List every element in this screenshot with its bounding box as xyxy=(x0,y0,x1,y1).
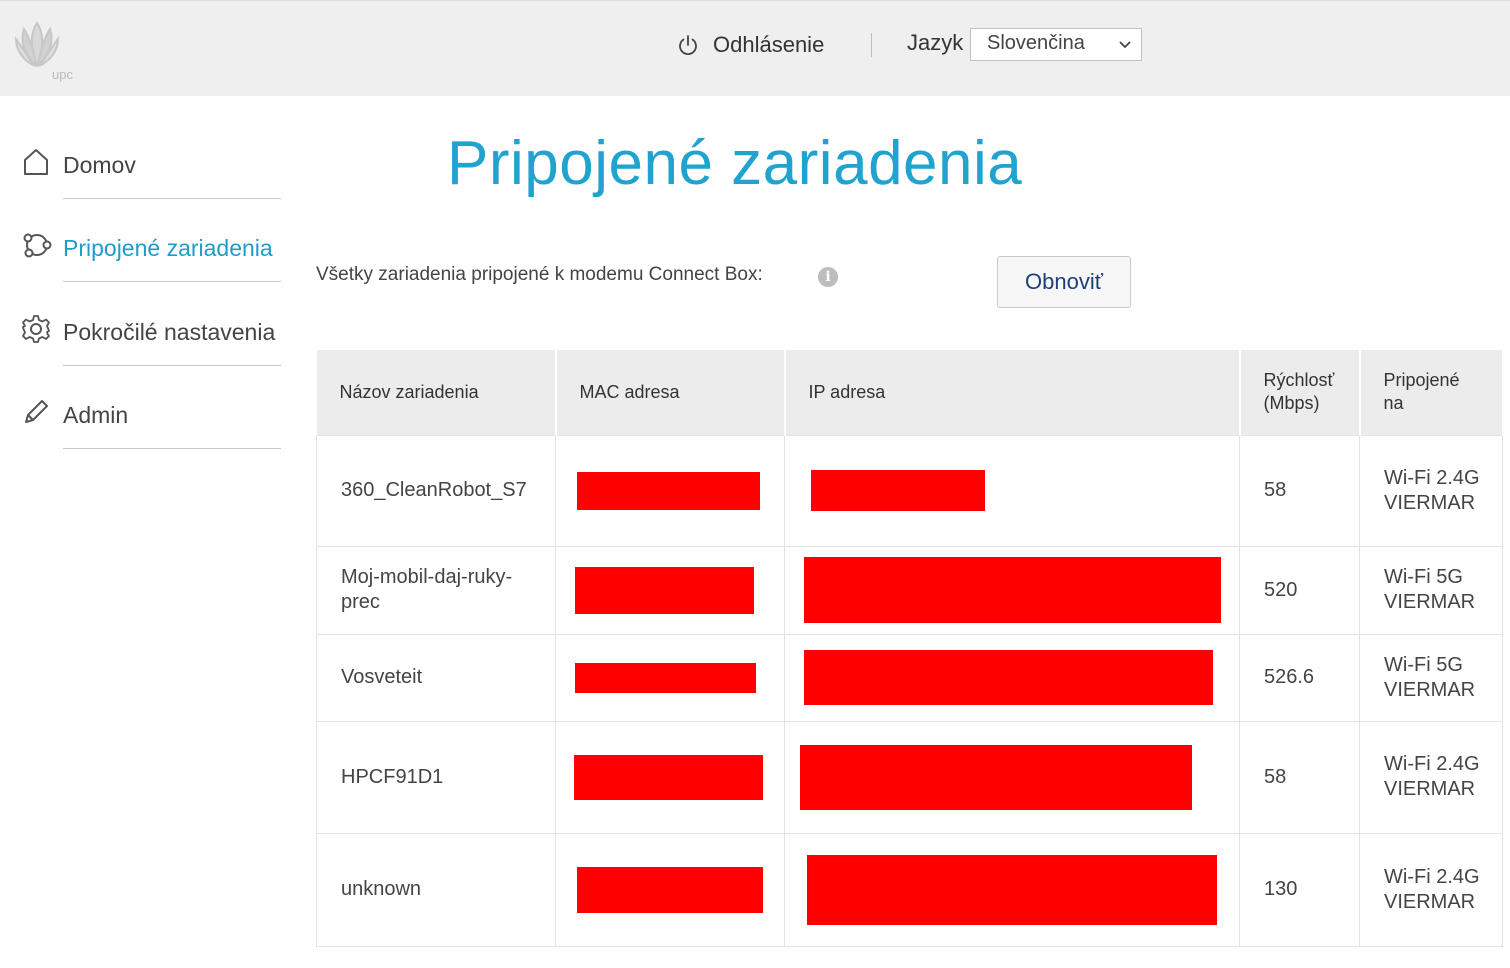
table-row: unknown 130 Wi-Fi 2.4G VIERMAR xyxy=(316,832,1503,947)
connected-devices-icon xyxy=(23,233,52,258)
mac-address-redacted xyxy=(555,434,785,547)
device-name: Moj-mobil-daj-ruky-prec xyxy=(316,545,556,635)
refresh-button[interactable]: Obnoviť xyxy=(997,256,1131,308)
mac-address-redacted xyxy=(555,720,785,834)
language-selected-value: Slovenčina xyxy=(987,32,1085,54)
device-speed: 58 xyxy=(1239,720,1360,834)
ip-address-redacted xyxy=(784,832,1240,947)
device-name: HPCF91D1 xyxy=(316,720,556,834)
device-speed: 130 xyxy=(1239,832,1360,947)
table-row: 360_CleanRobot_S7 58 Wi-Fi 2.4G VIERMAR xyxy=(316,434,1503,547)
sidebar-item-label: Domov xyxy=(63,152,136,178)
power-icon xyxy=(679,35,697,56)
table-row: HPCF91D1 58 Wi-Fi 2.4G VIERMAR xyxy=(316,720,1503,834)
mac-address-redacted xyxy=(555,633,785,722)
mac-address-redacted xyxy=(555,545,785,635)
device-connection: Wi-Fi 2.4G VIERMAR xyxy=(1359,832,1503,947)
table-header-row: Názov zariadenia MAC adresa IP adresa Rý… xyxy=(316,350,1504,435)
language-select[interactable]: Slovenčina xyxy=(970,28,1142,61)
sidebar-item-admin[interactable]: Admin xyxy=(18,396,282,456)
logout-label: Odhlásenie xyxy=(713,32,825,57)
language-label: Jazyk xyxy=(907,30,964,55)
sidebar-item-label: Pripojené zariadenia xyxy=(63,235,273,261)
table-row: Moj-mobil-daj-ruky-prec 520 Wi-Fi 5G VIE… xyxy=(316,545,1503,635)
gear-icon xyxy=(22,315,50,343)
pencil-icon xyxy=(25,400,48,423)
sidebar-item-domov[interactable]: Domov xyxy=(18,146,282,206)
sidebar-divider xyxy=(63,365,281,366)
sidebar-item-pokrocile-nastavenia[interactable]: Pokročilé nastavenia xyxy=(18,313,282,373)
info-icon[interactable]: i xyxy=(818,267,838,287)
mac-address-redacted xyxy=(555,832,785,947)
home-icon xyxy=(24,149,48,175)
sidebar-item-pripojene-zariadenia[interactable]: Pripojené zariadenia xyxy=(18,229,282,289)
column-header-connected: Pripojené na xyxy=(1359,350,1504,435)
ip-address-redacted xyxy=(784,434,1240,547)
device-speed: 58 xyxy=(1239,434,1360,547)
device-speed: 520 xyxy=(1239,545,1360,635)
device-connection: Wi-Fi 5G VIERMAR xyxy=(1359,633,1503,722)
top-header: upc Odhlásenie Jazyk Slovenčina xyxy=(0,0,1510,96)
page-title: Pripojené zariadenia xyxy=(447,129,1023,198)
header-divider xyxy=(871,33,872,57)
column-header-mac: MAC adresa xyxy=(555,350,786,435)
device-speed: 526.6 xyxy=(1239,633,1360,722)
upc-logo-mark xyxy=(14,21,60,68)
table-row: Vosveteit 526.6 Wi-Fi 5G VIERMAR xyxy=(316,633,1503,722)
sidebar-divider xyxy=(63,281,281,282)
ip-address-redacted xyxy=(784,545,1240,635)
devices-description: Všetky zariadenia pripojené k modemu Con… xyxy=(316,264,763,285)
device-name: Vosveteit xyxy=(316,633,556,722)
ip-address-redacted xyxy=(784,633,1240,722)
column-header-name: Názov zariadenia xyxy=(316,350,557,435)
sidebar-divider xyxy=(63,448,281,449)
chevron-down-icon xyxy=(1119,41,1131,49)
connected-devices-table: Názov zariadenia MAC adresa IP adresa Rý… xyxy=(316,350,1504,947)
logo-text: upc xyxy=(52,67,73,82)
device-connection: Wi-Fi 5G VIERMAR xyxy=(1359,545,1503,635)
logout-button[interactable]: Odhlásenie xyxy=(676,29,824,61)
device-connection: Wi-Fi 2.4G VIERMAR xyxy=(1359,720,1503,834)
column-header-ip: IP adresa xyxy=(784,350,1241,435)
column-header-speed: Rýchlosť (Mbps) xyxy=(1239,350,1361,435)
sidebar-divider xyxy=(63,198,281,199)
device-name: unknown xyxy=(316,832,556,947)
sidebar-item-label: Pokročilé nastavenia xyxy=(63,319,276,345)
device-connection: Wi-Fi 2.4G VIERMAR xyxy=(1359,434,1503,547)
ip-address-redacted xyxy=(784,720,1240,834)
sidebar-item-label: Admin xyxy=(63,402,129,428)
device-name: 360_CleanRobot_S7 xyxy=(316,434,556,547)
